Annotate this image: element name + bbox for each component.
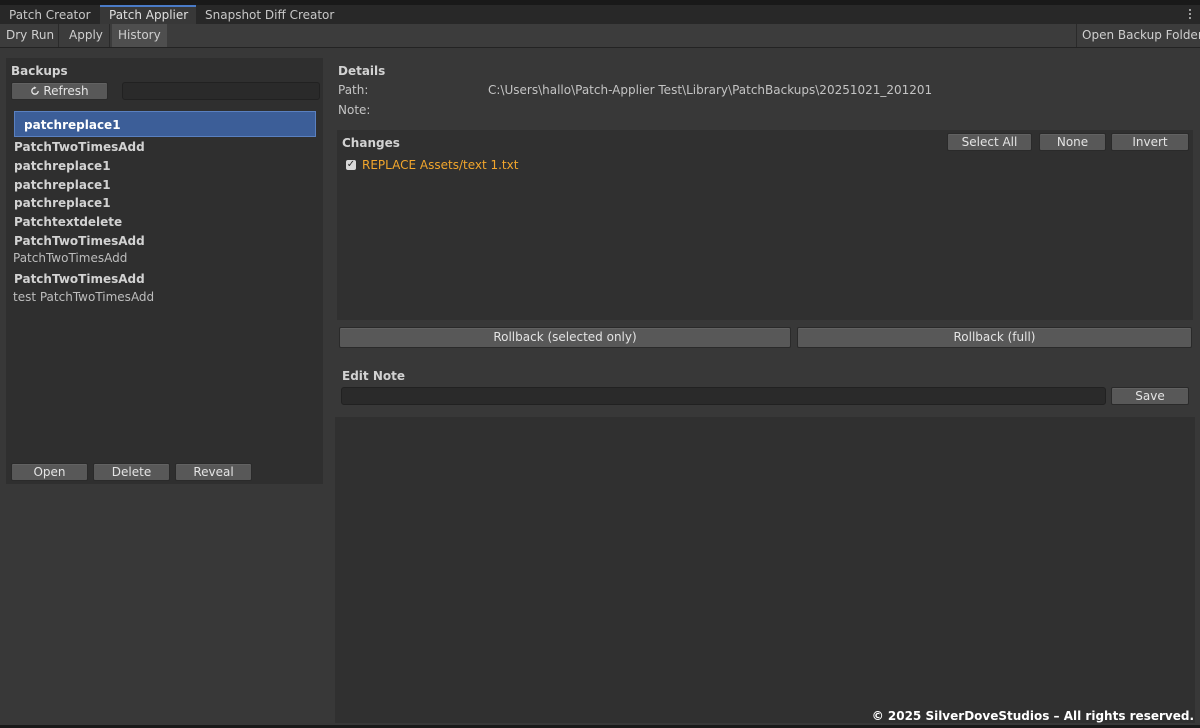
save-note-button[interactable]: Save xyxy=(1111,387,1189,405)
kebab-menu-icon[interactable] xyxy=(1188,9,1192,21)
backup-list-item[interactable]: patchreplace1 xyxy=(14,196,111,210)
patch-applier-window: Patch Creator Patch Applier Snapshot Dif… xyxy=(0,0,1200,728)
tab-snapshot-diff-creator[interactable]: Snapshot Diff Creator xyxy=(196,5,336,24)
path-label: Path: xyxy=(338,83,369,97)
changes-panel: Changes Select All None Invert ✓ REPLACE… xyxy=(337,130,1193,320)
backup-list-item-selected[interactable]: patchreplace1 xyxy=(14,111,316,137)
backups-panel: Backups Refresh patchreplace1 PatchTwoTi… xyxy=(6,58,323,484)
refresh-label: Refresh xyxy=(43,84,89,98)
backup-list-item[interactable]: patchreplace1 xyxy=(14,178,111,192)
backup-list-item[interactable]: PatchTwoTimesAdd xyxy=(14,140,145,154)
details-section: Details Path: C:\Users\hallo\Patch-Appli… xyxy=(335,58,1195,128)
backup-search-input[interactable] xyxy=(122,82,320,100)
backup-list-item-note: test PatchTwoTimesAdd xyxy=(13,290,155,304)
backups-title: Backups xyxy=(11,64,68,78)
copyright-footer: © 2025 SilverDoveStudios – All rights re… xyxy=(871,709,1194,723)
history-button[interactable]: History xyxy=(112,24,167,47)
backup-list-item[interactable]: PatchTwoTimesAdd xyxy=(14,272,145,286)
mode-toolbar: Dry Run Apply History Open Backup Folder xyxy=(0,24,1200,48)
dry-run-button[interactable]: Dry Run xyxy=(0,24,60,47)
rollback-full-button[interactable]: Rollback (full) xyxy=(797,327,1192,348)
backup-list-item-note: PatchTwoTimesAdd xyxy=(13,251,128,265)
apply-button[interactable]: Apply xyxy=(63,24,109,47)
note-label: Note: xyxy=(338,103,371,117)
backup-list-item[interactable]: PatchTwoTimesAdd xyxy=(14,234,145,248)
change-checkbox[interactable]: ✓ xyxy=(346,160,356,170)
details-title: Details xyxy=(338,64,386,78)
refresh-icon xyxy=(30,84,40,100)
changes-title: Changes xyxy=(342,136,400,150)
toolbar-divider xyxy=(58,24,59,47)
rollback-selected-button[interactable]: Rollback (selected only) xyxy=(339,327,791,348)
edit-note-title: Edit Note xyxy=(342,369,405,383)
tab-patch-applier[interactable]: Patch Applier xyxy=(100,5,196,24)
delete-backup-button[interactable]: Delete xyxy=(93,463,170,481)
select-all-button[interactable]: Select All xyxy=(947,133,1032,151)
toolbar-divider xyxy=(109,24,110,47)
invert-selection-button[interactable]: Invert xyxy=(1111,133,1189,151)
select-none-button[interactable]: None xyxy=(1039,133,1106,151)
backup-list-item[interactable]: patchreplace1 xyxy=(14,159,111,173)
open-backup-folder-button[interactable]: Open Backup Folder xyxy=(1076,24,1200,47)
tab-bar: Patch Creator Patch Applier Snapshot Dif… xyxy=(0,5,1200,24)
tab-patch-creator[interactable]: Patch Creator xyxy=(0,5,100,24)
main-area: Backups Refresh patchreplace1 PatchTwoTi… xyxy=(0,48,1200,728)
edit-note-input[interactable] xyxy=(341,387,1106,405)
backup-list-item[interactable]: Patchtextdelete xyxy=(14,215,122,229)
open-backup-button[interactable]: Open xyxy=(11,463,88,481)
reveal-backup-button[interactable]: Reveal xyxy=(175,463,252,481)
path-value: C:\Users\hallo\Patch-Applier Test\Librar… xyxy=(488,83,933,97)
edit-note-area xyxy=(335,417,1195,723)
refresh-button[interactable]: Refresh xyxy=(11,82,108,100)
change-item-label[interactable]: REPLACE Assets/text 1.txt xyxy=(362,158,518,172)
